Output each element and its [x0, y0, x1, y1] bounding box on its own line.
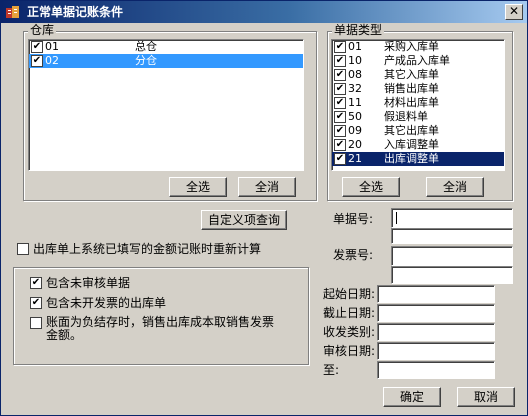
list-item[interactable]: ✔ 09 其它出库单 [332, 124, 504, 138]
doc-no-input[interactable] [391, 208, 513, 228]
ok-button[interactable]: 确定 [383, 387, 441, 407]
close-icon: ✕ [508, 4, 520, 18]
title-bar: 正常单据记账条件 ✕ [1, 1, 527, 23]
dialog-window: 正常单据记账条件 ✕ 仓库 ✔ 01 总仓 ✔ 02 分仓 全选 全消 单据类型… [0, 0, 528, 416]
audit-date-to-label: 至: [323, 363, 340, 377]
list-item[interactable]: ✔ 01 总仓 [29, 40, 303, 54]
invoice-no-to-input[interactable] [391, 266, 513, 284]
list-item[interactable]: ✔ 01 采购入库单 [332, 40, 504, 54]
checkbox-box[interactable]: ✔ [30, 297, 42, 309]
checkbox[interactable]: ✔ [334, 125, 346, 137]
window-title: 正常单据记账条件 [27, 5, 124, 19]
doc-no-to-input[interactable] [391, 228, 513, 244]
list-item[interactable]: ✔ 08 其它入库单 [332, 68, 504, 82]
include-uninvoiced-checkbox[interactable]: ✔ 包含未开发票的出库单 [30, 296, 250, 312]
end-date-label: 截止日期: [323, 306, 376, 320]
list-item[interactable]: ✔ 02 分仓 [29, 54, 303, 68]
warehouse-clear-all-button[interactable]: 全消 [238, 177, 296, 197]
checkbox[interactable]: ✔ [31, 41, 43, 53]
doc-type-list[interactable]: ✔ 01 采购入库单 ✔ 10 产成品入库单 ✔ 08 其它入库单 ✔ 32 销售出库单 ✔ 11… [331, 39, 505, 171]
invoice-no-input[interactable] [391, 246, 513, 266]
list-item[interactable]: ✔ 50 假退料单 [332, 110, 504, 124]
ledger-icon [6, 6, 19, 18]
start-date-input[interactable] [377, 285, 495, 303]
end-date-input[interactable] [377, 304, 495, 322]
checkbox[interactable]: ✔ [334, 97, 346, 109]
checkbox[interactable]: ✔ [334, 83, 346, 95]
list-item[interactable]: ✔ 21 出库调整单 [332, 152, 504, 166]
checkbox[interactable]: ✔ [334, 69, 346, 81]
custom-query-button[interactable]: 自定义项查询 [201, 210, 287, 230]
checkbox-box[interactable] [17, 243, 29, 255]
checkbox-box[interactable]: ✔ [30, 277, 42, 289]
warehouse-select-all-button[interactable]: 全选 [169, 177, 227, 197]
invoice-no-label: 发票号: [333, 248, 374, 262]
doc-type-select-all-button[interactable]: 全选 [342, 177, 400, 197]
checkbox-box[interactable] [30, 317, 42, 329]
checkbox[interactable]: ✔ [334, 55, 346, 67]
list-item[interactable]: ✔ 10 产成品入库单 [332, 54, 504, 68]
start-date-label: 起始日期: [323, 287, 376, 301]
warehouse-group: 仓库 ✔ 01 总仓 ✔ 02 分仓 全选 全消 [23, 23, 317, 201]
doc-type-clear-all-button[interactable]: 全消 [426, 177, 484, 197]
doc-type-group-title: 单据类型 [332, 23, 385, 37]
include-unaudited-checkbox[interactable]: ✔ 包含未审核单据 [30, 276, 230, 292]
list-item[interactable]: ✔ 20 入库调整单 [332, 138, 504, 152]
checkbox[interactable]: ✔ [334, 139, 346, 151]
recv-send-type-label: 收发类别: [323, 325, 376, 339]
checkbox[interactable]: ✔ [334, 111, 346, 123]
negative-balance-cost-checkbox[interactable]: 账面为负结存时，销售出库成本取销售发票金额。 [30, 316, 274, 348]
close-button[interactable]: ✕ [505, 4, 523, 20]
audit-date-to-input[interactable] [377, 361, 495, 379]
doc-no-label: 单据号: [333, 212, 374, 226]
checkbox[interactable]: ✔ [31, 55, 43, 67]
warehouse-list[interactable]: ✔ 01 总仓 ✔ 02 分仓 [28, 39, 304, 171]
checkbox[interactable]: ✔ [334, 41, 346, 53]
audit-date-input[interactable] [377, 342, 495, 360]
list-item[interactable]: ✔ 32 销售出库单 [332, 82, 504, 96]
recv-send-type-input[interactable] [377, 323, 495, 341]
warehouse-group-title: 仓库 [28, 23, 57, 37]
cancel-button[interactable]: 取消 [457, 387, 515, 407]
audit-date-label: 审核日期: [323, 344, 376, 358]
checkbox[interactable]: ✔ [334, 153, 346, 165]
list-item[interactable]: ✔ 11 材料出库单 [332, 96, 504, 110]
doc-type-group: 单据类型 ✔ 01 采购入库单 ✔ 10 产成品入库单 ✔ 08 其它入库单 ✔ 32 销售出库… [327, 23, 513, 201]
recalc-checkbox[interactable]: 出库单上系统已填写的金额记账时重新计算 [17, 242, 307, 258]
text-caret [396, 212, 397, 224]
options-group: ✔ 包含未审核单据 ✔ 包含未开发票的出库单 账面为负结存时，销售出库成本取销售… [13, 267, 309, 365]
